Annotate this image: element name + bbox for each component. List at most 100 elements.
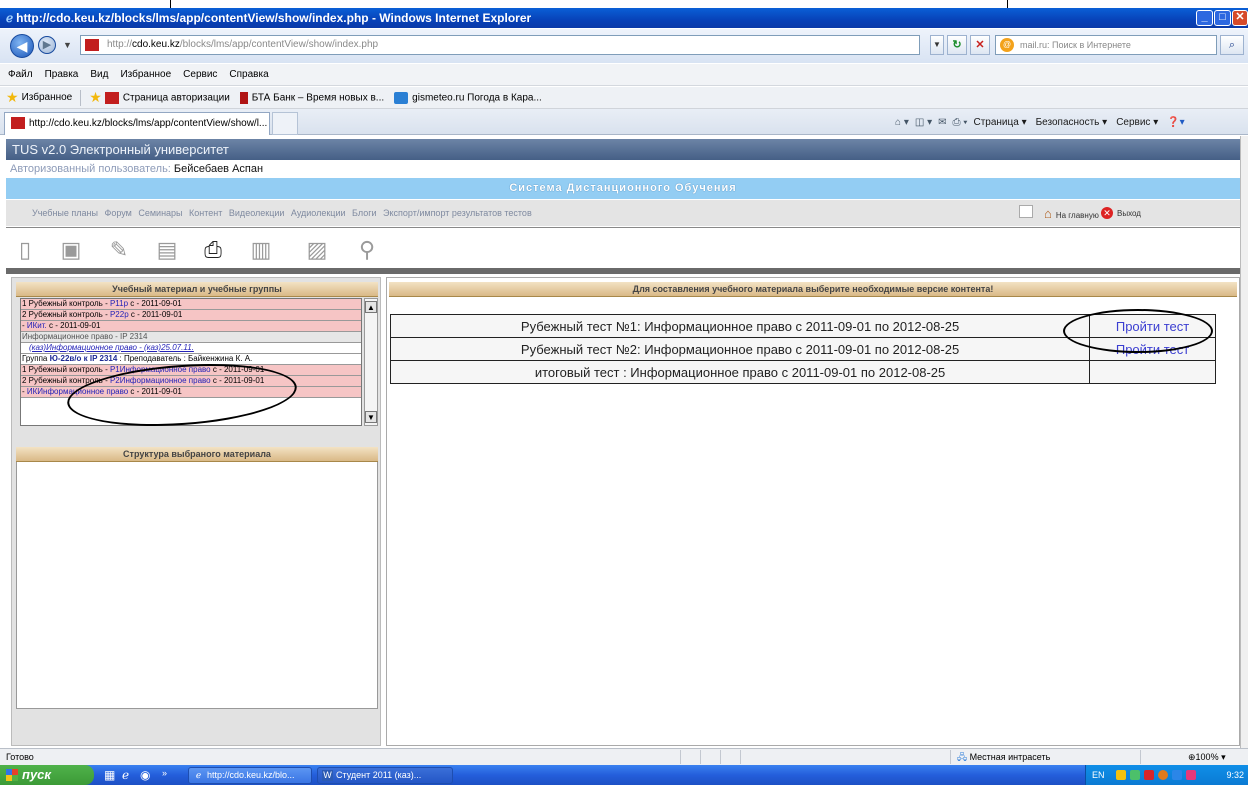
menu-help[interactable]: Справка bbox=[229, 69, 268, 80]
network-tray-icon[interactable] bbox=[1130, 770, 1140, 780]
menu-view[interactable]: Вид bbox=[90, 69, 108, 80]
close-button[interactable]: ✕ bbox=[1232, 10, 1248, 26]
screenshot: ℯ http://cdo.keu.kz/blocks/lms/app/conte… bbox=[0, 0, 1248, 785]
back-button[interactable]: ◀ bbox=[10, 34, 34, 58]
scroll-up-icon[interactable]: ▲ bbox=[365, 301, 377, 313]
address-toolbar: ◀ ▶ ▼ http://cdo.keu.kz/blocks/lms/app/c… bbox=[0, 29, 1248, 63]
show-desktop-icon[interactable]: ▦ bbox=[104, 768, 115, 782]
forward-button[interactable]: ▶ bbox=[38, 36, 56, 54]
structure-panel bbox=[16, 447, 378, 709]
row-link[interactable]: Р11р bbox=[110, 299, 128, 308]
properties-icon[interactable]: ▣ bbox=[56, 235, 86, 265]
address-path: /blocks/lms/app/contentView/show/index.p… bbox=[179, 39, 379, 50]
favorite-link-auth[interactable]: Страница авторизации bbox=[104, 91, 230, 104]
row-text: Группа bbox=[22, 354, 50, 363]
task-label: http://cdo.keu.kz/blo... bbox=[207, 770, 295, 780]
main-nav: Учебные планы Форум Семинары Контент Вид… bbox=[6, 200, 1240, 226]
row-link[interactable]: ИКит. bbox=[27, 321, 47, 330]
taskbar-word-window[interactable]: W Студент 2011 (каз)... bbox=[317, 767, 453, 784]
test-name: итоговый тест : Информационное право с 2… bbox=[389, 360, 1091, 384]
row-text: 1 Рубежный контроль - bbox=[22, 365, 110, 374]
materials-panel-title: Учебный материал и учебные группы bbox=[16, 282, 378, 297]
favorites-button[interactable]: Избранное bbox=[22, 92, 73, 103]
delete-icon[interactable]: ▥ bbox=[246, 235, 276, 265]
window-title: http://cdo.keu.kz/blocks/lms/app/content… bbox=[16, 11, 532, 25]
language-indicator[interactable]: EN bbox=[1092, 765, 1105, 785]
print-icon[interactable]: ⎙ bbox=[198, 235, 228, 265]
history-dropdown-icon[interactable]: ▼ bbox=[63, 40, 72, 50]
row-link[interactable]: Ю-22в/о к IP 2314 bbox=[50, 354, 118, 363]
ie-quicklaunch-icon[interactable]: ℯ bbox=[122, 768, 129, 782]
list-item[interactable]: 1 Рубежный контроль - Р11р с - 2011-09-0… bbox=[21, 299, 361, 310]
stop-button[interactable]: ✕ bbox=[970, 35, 990, 55]
page-menu[interactable]: Страница ▾ bbox=[973, 117, 1026, 128]
print-icon[interactable]: ⎙ ▾ bbox=[952, 117, 967, 128]
row-link[interactable]: (каз)Информационное право - (каз)25.07.1… bbox=[29, 343, 194, 352]
nav-content[interactable]: Контент bbox=[189, 208, 222, 218]
heart-tray-icon[interactable] bbox=[1186, 770, 1196, 780]
browser-quicklaunch-icon[interactable]: ◉ bbox=[140, 768, 150, 782]
image-icon[interactable]: ▨ bbox=[302, 235, 332, 265]
menu-tools[interactable]: Сервис bbox=[183, 69, 217, 80]
favorite-link-gismeteo[interactable]: gismeteo.ru Погода в Кара... bbox=[394, 91, 542, 104]
test-action-cell bbox=[1089, 360, 1216, 384]
security-tray-icon[interactable] bbox=[1116, 770, 1126, 780]
scroll-down-icon[interactable]: ▼ bbox=[365, 411, 377, 423]
security-zone[interactable]: 🖧 Местная интрасеть bbox=[957, 749, 1050, 765]
app-tray-icon[interactable] bbox=[1172, 770, 1182, 780]
language-select[interactable] bbox=[1019, 205, 1033, 218]
favorite-link-bta[interactable]: БТА Банк – Время новых в... bbox=[239, 91, 384, 104]
nav-audio-lectures[interactable]: Аудиолекции bbox=[291, 208, 346, 218]
search-button[interactable]: ⌕ bbox=[1220, 35, 1244, 55]
page-scrollbar[interactable] bbox=[1240, 136, 1248, 748]
address-dropdown-button[interactable]: ▼ bbox=[930, 35, 944, 55]
ie-icon: ℯ bbox=[195, 770, 202, 780]
refresh-button[interactable]: ↻ bbox=[947, 35, 967, 55]
menu-file[interactable]: Файл bbox=[8, 69, 33, 80]
taskbar: пуск ▦ ℯ ◉ » ℯ http://cdo.keu.kz/blo... W… bbox=[0, 765, 1248, 785]
mail-agent-tray-icon[interactable] bbox=[1158, 770, 1168, 780]
menu-edit[interactable]: Правка bbox=[45, 69, 79, 80]
list-item[interactable]: - ИКит. с - 2011-09-01 bbox=[21, 321, 361, 332]
search-magnifier-icon[interactable]: ⚲ bbox=[352, 235, 382, 265]
help-icon[interactable]: ❓▾ bbox=[1167, 117, 1184, 128]
taskbar-ie-window[interactable]: ℯ http://cdo.keu.kz/blo... bbox=[188, 767, 312, 784]
new-document-icon[interactable]: ▯ bbox=[10, 235, 40, 265]
antivirus-tray-icon[interactable] bbox=[1144, 770, 1154, 780]
menu-favorites[interactable]: Избранное bbox=[120, 69, 171, 80]
address-prefix: http:// bbox=[107, 39, 133, 50]
tools-menu[interactable]: Сервис ▾ bbox=[1116, 117, 1158, 128]
row-link[interactable]: Р22р bbox=[110, 310, 129, 319]
nav-study-plans[interactable]: Учебные планы bbox=[32, 208, 98, 218]
nav-video-lectures[interactable]: Видеолекции bbox=[229, 208, 285, 218]
row-text: с - 2011-09-01 bbox=[46, 321, 101, 330]
nav-blogs[interactable]: Блоги bbox=[352, 208, 376, 218]
save-icon[interactable]: ▤ bbox=[152, 235, 182, 265]
start-button[interactable]: пуск bbox=[0, 765, 94, 785]
list-item[interactable]: 2 Рубежный контроль - Р22р с - 2011-09-0… bbox=[21, 310, 361, 321]
new-tab-button[interactable] bbox=[272, 112, 298, 135]
maximize-button[interactable]: □ bbox=[1214, 10, 1231, 26]
add-favorite-icon[interactable]: ★ bbox=[89, 89, 102, 106]
edit-icon[interactable]: ✎ bbox=[104, 235, 134, 265]
more-icon[interactable]: » bbox=[162, 768, 167, 778]
minimize-button[interactable]: _ bbox=[1196, 10, 1213, 26]
nav-seminars[interactable]: Семинары bbox=[138, 208, 182, 218]
list-scrollbar[interactable]: ▲ ▼ bbox=[364, 298, 378, 426]
home-link[interactable]: ⌂ На главную bbox=[1044, 201, 1103, 229]
home-icon[interactable]: ⌂ ▾ bbox=[895, 117, 909, 128]
row-text: с - 2011-09-01 bbox=[128, 310, 183, 319]
safety-menu[interactable]: Безопасность ▾ bbox=[1036, 117, 1108, 128]
nav-forum[interactable]: Форум bbox=[105, 208, 132, 218]
list-item[interactable]: (каз)Информационное право - (каз)25.07.1… bbox=[21, 343, 361, 354]
word-icon: W bbox=[322, 770, 333, 781]
nav-export-import[interactable]: Экспорт/импорт результатов тестов bbox=[383, 208, 532, 218]
exit-link[interactable]: ✕ Выход bbox=[1101, 201, 1145, 227]
site-favicon-icon bbox=[85, 39, 99, 51]
zoom-level[interactable]: ⊕100% ▾ bbox=[1188, 749, 1226, 765]
address-input[interactable]: http://cdo.keu.kz/blocks/lms/app/content… bbox=[80, 35, 920, 55]
mail-icon[interactable]: ✉ bbox=[938, 117, 946, 128]
tab-current[interactable]: http://cdo.keu.kz/blocks/lms/app/content… bbox=[4, 112, 270, 135]
search-input[interactable]: @ mail.ru: Поиск в Интернете bbox=[995, 35, 1217, 55]
feeds-icon[interactable]: ◫ ▾ bbox=[915, 117, 932, 128]
